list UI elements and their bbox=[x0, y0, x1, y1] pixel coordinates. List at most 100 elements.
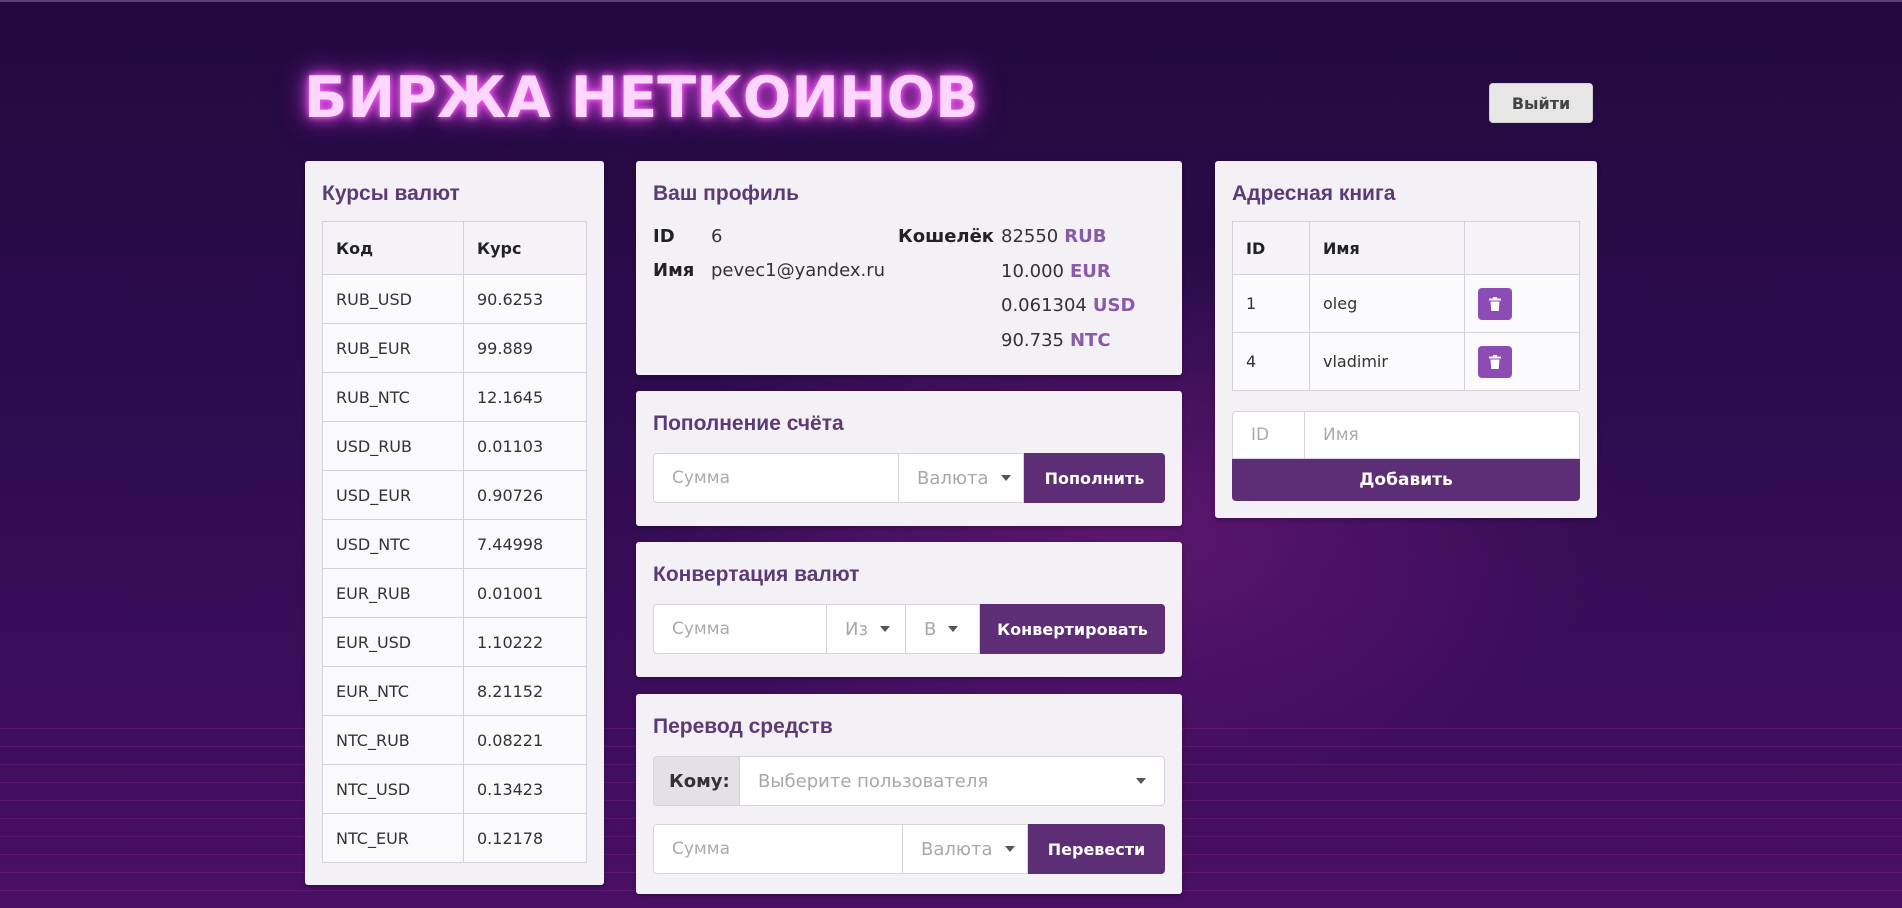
caret-down-icon bbox=[1004, 846, 1015, 852]
convert-to-text: В bbox=[924, 618, 937, 640]
caret-down-icon bbox=[948, 626, 959, 632]
rates-table: Код Курс RUB_USD 90.6253 RUB_EUR 99.889 RU… bbox=[322, 221, 587, 864]
contact-name: vladimir bbox=[1309, 332, 1465, 392]
caret-down-icon bbox=[1000, 475, 1011, 481]
transfer-card: Перевод средств Кому: Выберите пользоват… bbox=[636, 694, 1182, 894]
contact-id: 1 bbox=[1232, 274, 1310, 334]
table-row: NTC_USD 0.13423 bbox=[322, 764, 587, 815]
convert-title: Конвертация валют bbox=[653, 563, 860, 586]
convert-amount-input[interactable]: Сумма bbox=[653, 604, 827, 654]
rate-code: EUR_RUB bbox=[322, 568, 464, 619]
table-row: RUB_NTC 12.1645 bbox=[322, 372, 587, 423]
transfer-to-label: Кому: bbox=[653, 756, 740, 806]
wallet-amount: 90.735 bbox=[1001, 330, 1064, 351]
rate-code: USD_RUB bbox=[322, 421, 464, 472]
rates-title: Курсы валют bbox=[322, 182, 460, 205]
profile-name-label: Имя bbox=[653, 260, 695, 281]
rate-code: RUB_EUR bbox=[322, 323, 464, 374]
rates-col-rate: Курс bbox=[463, 221, 587, 276]
address-col-name: Имя bbox=[1309, 221, 1465, 276]
table-row: EUR_RUB 0.01001 bbox=[322, 568, 587, 619]
address-book-table: ID Имя 1 oleg 4 vladimir bbox=[1232, 221, 1580, 392]
rate-value: 12.1645 bbox=[463, 372, 587, 423]
rate-value: 0.08221 bbox=[463, 715, 587, 766]
convert-from-select[interactable]: Из bbox=[827, 604, 906, 654]
table-row: USD_NTC 7.44998 bbox=[322, 519, 587, 570]
logout-button[interactable]: Выйти bbox=[1489, 83, 1593, 123]
transfer-title: Перевод средств bbox=[653, 715, 833, 738]
rate-code: NTC_USD bbox=[322, 764, 464, 815]
rate-value: 7.44998 bbox=[463, 519, 587, 570]
transfer-button[interactable]: Перевести bbox=[1028, 824, 1165, 874]
rate-value: 0.12178 bbox=[463, 813, 587, 864]
rates-card: Курсы валют Код Курс RUB_USD 90.6253 RUB_… bbox=[305, 161, 604, 885]
convert-from-text: Из bbox=[845, 618, 869, 640]
address-book-card: Адресная книга ID Имя 1 oleg 4 vladimir … bbox=[1215, 161, 1597, 518]
profile-id-value: 6 bbox=[711, 226, 723, 247]
rate-value: 0.01103 bbox=[463, 421, 587, 472]
contact-actions bbox=[1464, 332, 1580, 392]
table-row: NTC_EUR 0.12178 bbox=[322, 813, 587, 864]
rate-code: EUR_NTC bbox=[322, 666, 464, 717]
topup-card: Пополнение счёта Сумма Валюта Пополнить bbox=[636, 391, 1182, 526]
rate-code: USD_NTC bbox=[322, 519, 464, 570]
topup-button[interactable]: Пополнить bbox=[1024, 453, 1165, 503]
convert-card: Конвертация валют Сумма Из В Конвертиров… bbox=[636, 542, 1182, 677]
trash-icon bbox=[1489, 296, 1501, 311]
top-border bbox=[0, 0, 1902, 2]
convert-form: Сумма Из В Конвертировать bbox=[653, 604, 1165, 654]
rate-code: RUB_USD bbox=[322, 274, 464, 325]
convert-button[interactable]: Конвертировать bbox=[980, 604, 1165, 654]
topup-form: Сумма Валюта Пополнить bbox=[653, 453, 1165, 503]
caret-down-icon bbox=[1136, 778, 1146, 784]
table-row: 1 oleg bbox=[1232, 274, 1580, 334]
rate-code: EUR_USD bbox=[322, 617, 464, 668]
contact-name-input[interactable]: Имя bbox=[1305, 411, 1580, 459]
topup-amount-input[interactable]: Сумма bbox=[653, 453, 899, 503]
wallet-amount: 0.061304 bbox=[1001, 295, 1087, 316]
profile-card: Ваш профиль ID 6 Имя pevec1@yandex.ru Ко… bbox=[636, 161, 1182, 375]
wallet-amount: 82550 bbox=[1001, 226, 1059, 247]
profile-id-label: ID bbox=[653, 226, 675, 247]
wallet-label: Кошелёк bbox=[898, 226, 995, 247]
transfer-amount-group: Сумма Валюта Перевести bbox=[653, 824, 1165, 874]
rate-value: 0.90726 bbox=[463, 470, 587, 521]
rate-value: 8.21152 bbox=[463, 666, 587, 717]
trash-icon bbox=[1489, 354, 1501, 369]
rate-value: 99.889 bbox=[463, 323, 587, 374]
topup-currency-text: Валюта bbox=[917, 467, 989, 489]
contact-id: 4 bbox=[1232, 332, 1310, 392]
rates-header-row: Код Курс bbox=[322, 221, 587, 276]
transfer-currency-select[interactable]: Валюта bbox=[903, 824, 1028, 874]
rate-value: 0.13423 bbox=[463, 764, 587, 815]
table-row: 4 vladimir bbox=[1232, 332, 1580, 392]
rate-code: NTC_EUR bbox=[322, 813, 464, 864]
transfer-user-select[interactable]: Выберите пользователя bbox=[740, 756, 1165, 806]
delete-contact-button[interactable] bbox=[1478, 345, 1512, 378]
add-contact-button[interactable]: Добавить bbox=[1232, 459, 1580, 501]
transfer-amount-input[interactable]: Сумма bbox=[653, 824, 903, 874]
rates-col-code: Код bbox=[322, 221, 464, 276]
convert-to-select[interactable]: В bbox=[906, 604, 980, 654]
page-title: БИРЖА НЕТКОИНОВ bbox=[304, 65, 979, 131]
table-row: EUR_USD 1.10222 bbox=[322, 617, 587, 668]
topup-title: Пополнение счёта bbox=[653, 412, 844, 435]
transfer-currency-text: Валюта bbox=[921, 838, 993, 860]
table-row: USD_EUR 0.90726 bbox=[322, 470, 587, 521]
wallet-entry: 90.735 NTC bbox=[1001, 330, 1111, 351]
transfer-user-text: Выберите пользователя bbox=[758, 770, 989, 792]
profile-title: Ваш профиль bbox=[653, 182, 800, 205]
rate-code: NTC_RUB bbox=[322, 715, 464, 766]
wallet-amount: 10.000 bbox=[1001, 261, 1064, 282]
wallet-currency: NTC bbox=[1069, 330, 1111, 351]
contact-actions bbox=[1464, 274, 1580, 334]
rate-code: USD_EUR bbox=[322, 470, 464, 521]
wallet-entry: 0.061304 USD bbox=[1001, 295, 1135, 316]
address-book-title: Адресная книга bbox=[1232, 182, 1396, 205]
contact-id-input[interactable]: ID bbox=[1232, 411, 1305, 459]
transfer-recipient-group: Кому: Выберите пользователя bbox=[653, 756, 1165, 806]
contact-name: oleg bbox=[1309, 274, 1465, 334]
topup-currency-select[interactable]: Валюта bbox=[899, 453, 1024, 503]
table-row: EUR_NTC 8.21152 bbox=[322, 666, 587, 717]
delete-contact-button[interactable] bbox=[1478, 287, 1512, 320]
